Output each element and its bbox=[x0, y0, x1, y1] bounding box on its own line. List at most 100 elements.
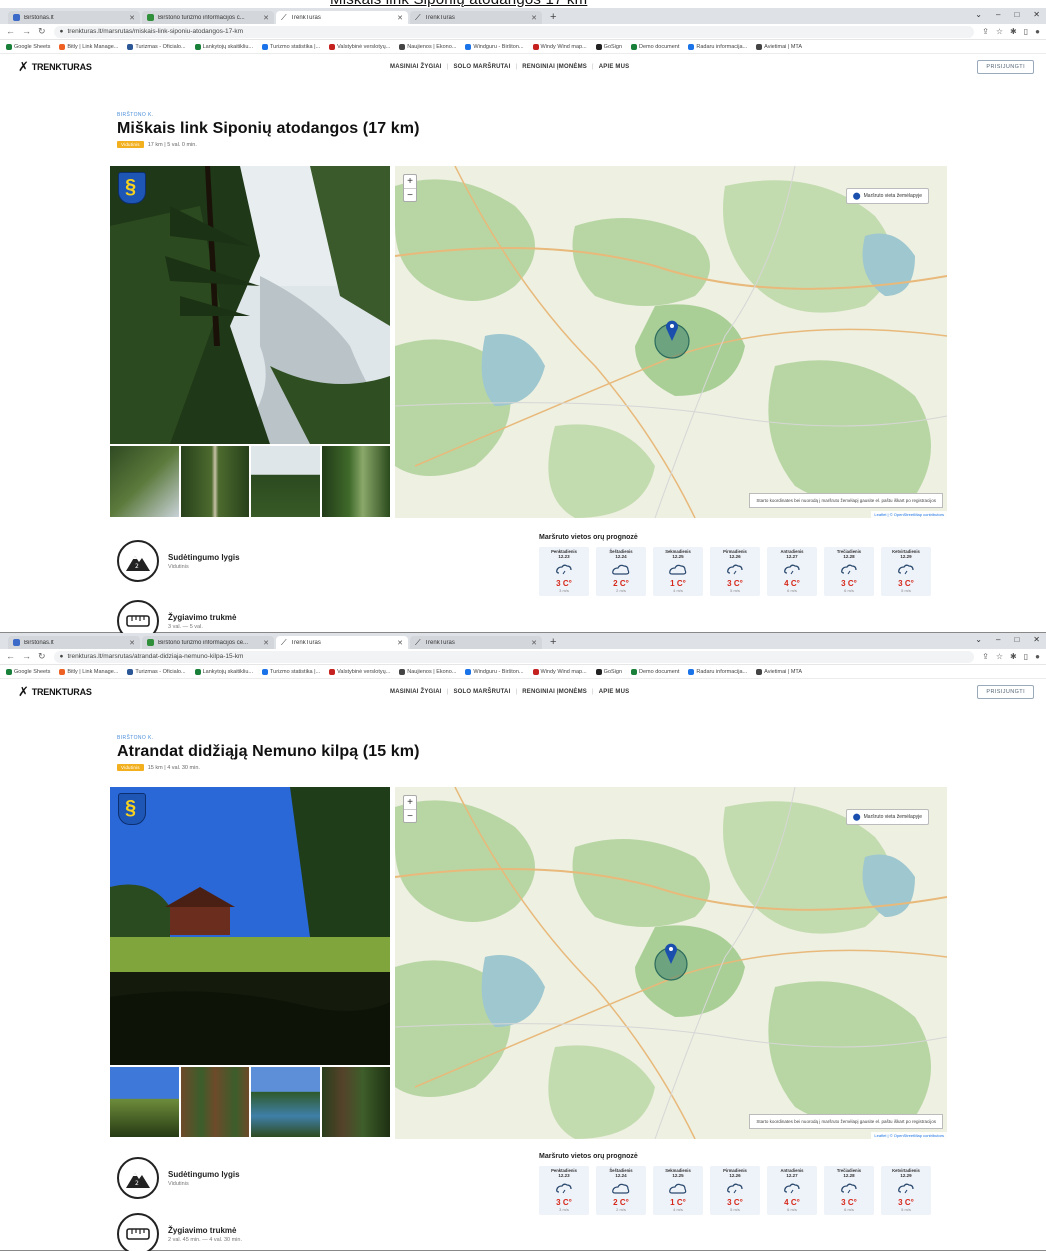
close-tab-icon[interactable]: ✕ bbox=[263, 14, 269, 22]
nav-item[interactable]: RENGINIAI ĮMONĖMS bbox=[522, 689, 587, 695]
photo-thumbnail[interactable] bbox=[251, 1067, 320, 1137]
bookmark[interactable]: Turizmo statistika |... bbox=[262, 668, 320, 675]
bookmark[interactable]: Turizmo statistika |... bbox=[262, 43, 320, 50]
map-attribution[interactable]: Leaflet | © OpenStreetMap contributors bbox=[871, 1132, 947, 1139]
bookmark[interactable]: Avietimai | MTA bbox=[756, 668, 802, 675]
photo-thumbnail[interactable] bbox=[110, 1067, 179, 1137]
close-tab-icon[interactable]: ✕ bbox=[129, 14, 135, 22]
zoom-in-button[interactable]: + bbox=[404, 175, 416, 188]
maximize-icon[interactable]: □ bbox=[1014, 635, 1019, 644]
route-map[interactable]: + − ⬤ Maršruto vieta žemėlapyje Starto ko… bbox=[395, 787, 947, 1139]
map-attribution[interactable]: Leaflet | © OpenStreetMap contributors bbox=[871, 511, 947, 518]
browser-tab[interactable]: Birštono turizmo informacijos ce... ✕ bbox=[142, 636, 274, 649]
chevron-down-icon[interactable]: ⌄ bbox=[975, 635, 982, 644]
browser-tab-active[interactable]: ⟋ TrenkTuras ✕ bbox=[276, 11, 408, 24]
reload-icon[interactable]: ↻ bbox=[38, 651, 46, 662]
bookmark[interactable]: Lankytojų skaitikliu... bbox=[194, 43, 253, 50]
bookmark[interactable]: Turizmas - Oficialo... bbox=[127, 668, 186, 675]
close-tab-icon[interactable]: ✕ bbox=[263, 639, 269, 647]
bookmark[interactable]: Naujienos | Ekono... bbox=[399, 43, 456, 50]
star-icon[interactable]: ☆ bbox=[996, 652, 1003, 661]
site-logo[interactable]: ✗ TRENKTURAS bbox=[18, 684, 92, 700]
close-tab-icon[interactable]: ✕ bbox=[397, 639, 403, 647]
bookmark[interactable]: Radaru informacija... bbox=[688, 43, 747, 50]
photo-thumbnail[interactable] bbox=[180, 1067, 249, 1137]
new-tab-icon[interactable]: + bbox=[544, 11, 562, 24]
browser-tab[interactable]: ⟋ TrenkTuras ✕ bbox=[410, 636, 542, 649]
route-main-photo[interactable] bbox=[110, 787, 390, 1065]
bookmark[interactable]: Google Sheets bbox=[6, 43, 50, 50]
profile-icon[interactable]: ● bbox=[1035, 652, 1040, 661]
close-icon[interactable]: ✕ bbox=[1033, 10, 1040, 19]
bookmark[interactable]: GoSign bbox=[595, 43, 622, 50]
close-tab-icon[interactable]: ✕ bbox=[531, 14, 537, 22]
bookmark[interactable]: Windguru - Biršton... bbox=[465, 43, 524, 50]
bookmark[interactable]: Lankytojų skaitikliu... bbox=[194, 668, 253, 675]
zoom-out-button[interactable]: − bbox=[404, 188, 416, 201]
browser-tab-active[interactable]: ⟋ TrenkTuras ✕ bbox=[276, 636, 408, 649]
route-map[interactable]: + − ⬤ Maršruto vieta žemėlapyje Starto ko… bbox=[395, 166, 947, 518]
extensions-icon[interactable]: ✱ bbox=[1010, 652, 1017, 661]
bookmark[interactable]: Google Sheets bbox=[6, 668, 50, 675]
zoom-out-button[interactable]: − bbox=[404, 809, 416, 822]
join-button[interactable]: PRISIJUNGTI bbox=[977, 685, 1034, 699]
close-icon[interactable]: ✕ bbox=[1033, 635, 1040, 644]
share-icon[interactable]: ⇪ bbox=[982, 27, 989, 36]
sidepanel-icon[interactable]: ▯ bbox=[1024, 652, 1028, 661]
bookmark[interactable]: Valstybinė verslotyų... bbox=[329, 668, 390, 675]
bookmark[interactable]: Turizmas - Oficialo... bbox=[127, 43, 186, 50]
site-logo[interactable]: ✗ TRENKTURAS bbox=[18, 59, 92, 75]
extensions-icon[interactable]: ✱ bbox=[1010, 27, 1017, 36]
share-icon[interactable]: ⇪ bbox=[982, 652, 989, 661]
url-field[interactable]: ● trenkturas.lt/marsrutas/atrandat-didzia… bbox=[53, 650, 975, 663]
map-location-pill[interactable]: ⬤ Maršruto vieta žemėlapyje bbox=[845, 188, 929, 204]
close-tab-icon[interactable]: ✕ bbox=[531, 639, 537, 647]
bookmark[interactable]: Radaru informacija... bbox=[688, 668, 747, 675]
photo-thumbnail[interactable] bbox=[321, 1067, 390, 1137]
sidepanel-icon[interactable]: ▯ bbox=[1024, 27, 1028, 36]
bookmark[interactable]: Bitly | Link Manage... bbox=[59, 668, 118, 675]
close-tab-icon[interactable]: ✕ bbox=[129, 639, 135, 647]
bookmark[interactable]: Valstybinė verslotyų... bbox=[329, 43, 390, 50]
bookmark[interactable]: Windy Wind map... bbox=[532, 668, 587, 675]
nav-item[interactable]: MASINIAI ŽYGIAI bbox=[390, 64, 442, 70]
bookmark[interactable]: Avietimai | MTA bbox=[756, 43, 802, 50]
photo-thumbnail[interactable] bbox=[110, 446, 179, 517]
browser-tab[interactable]: Birštonas.lt ✕ bbox=[8, 11, 140, 24]
nav-item[interactable]: MASINIAI ŽYGIAI bbox=[390, 689, 442, 695]
bookmark[interactable]: Demo document bbox=[631, 668, 679, 675]
browser-tab[interactable]: Birštonas.lt ✕ bbox=[8, 636, 140, 649]
forward-icon[interactable]: → bbox=[22, 651, 31, 662]
back-icon[interactable]: ← bbox=[6, 651, 15, 662]
minimize-icon[interactable]: – bbox=[996, 10, 1000, 19]
profile-icon[interactable]: ● bbox=[1035, 27, 1040, 36]
star-icon[interactable]: ☆ bbox=[996, 27, 1003, 36]
nav-item[interactable]: APIE MUS bbox=[599, 689, 630, 695]
bookmark[interactable]: Windguru - Biršton... bbox=[465, 668, 524, 675]
maximize-icon[interactable]: □ bbox=[1014, 10, 1019, 19]
join-button[interactable]: PRISIJUNGTI bbox=[977, 60, 1034, 74]
bookmark[interactable]: GoSign bbox=[595, 668, 622, 675]
back-icon[interactable]: ← bbox=[6, 26, 15, 37]
nav-item[interactable]: APIE MUS bbox=[599, 64, 630, 70]
nav-item[interactable]: RENGINIAI ĮMONĖMS bbox=[522, 64, 587, 70]
browser-tab[interactable]: ⟋ TrenkTuras ✕ bbox=[410, 11, 542, 24]
photo-thumbnail[interactable] bbox=[251, 446, 320, 517]
minimize-icon[interactable]: – bbox=[996, 635, 1000, 644]
browser-tab[interactable]: Birštono turizmo informacijos c... ✕ bbox=[142, 11, 274, 24]
photo-thumbnail[interactable] bbox=[321, 446, 390, 517]
bookmark[interactable]: Naujienos | Ekono... bbox=[399, 668, 456, 675]
zoom-in-button[interactable]: + bbox=[404, 796, 416, 809]
bookmark[interactable]: Windy Wind map... bbox=[532, 43, 587, 50]
url-field[interactable]: ● trenkturas.lt/marsrutas/miskais-link-si… bbox=[53, 25, 975, 38]
photo-thumbnail[interactable] bbox=[180, 446, 249, 517]
map-location-pill[interactable]: ⬤ Maršruto vieta žemėlapyje bbox=[845, 809, 929, 825]
reload-icon[interactable]: ↻ bbox=[38, 26, 46, 37]
nav-item[interactable]: SOLO MARŠRUTAI bbox=[453, 64, 510, 70]
forward-icon[interactable]: → bbox=[22, 26, 31, 37]
nav-item[interactable]: SOLO MARŠRUTAI bbox=[453, 689, 510, 695]
bookmark[interactable]: Demo document bbox=[631, 43, 679, 50]
route-main-photo[interactable] bbox=[110, 166, 390, 444]
bookmark[interactable]: Bitly | Link Manage... bbox=[59, 43, 118, 50]
close-tab-icon[interactable]: ✕ bbox=[397, 14, 403, 22]
